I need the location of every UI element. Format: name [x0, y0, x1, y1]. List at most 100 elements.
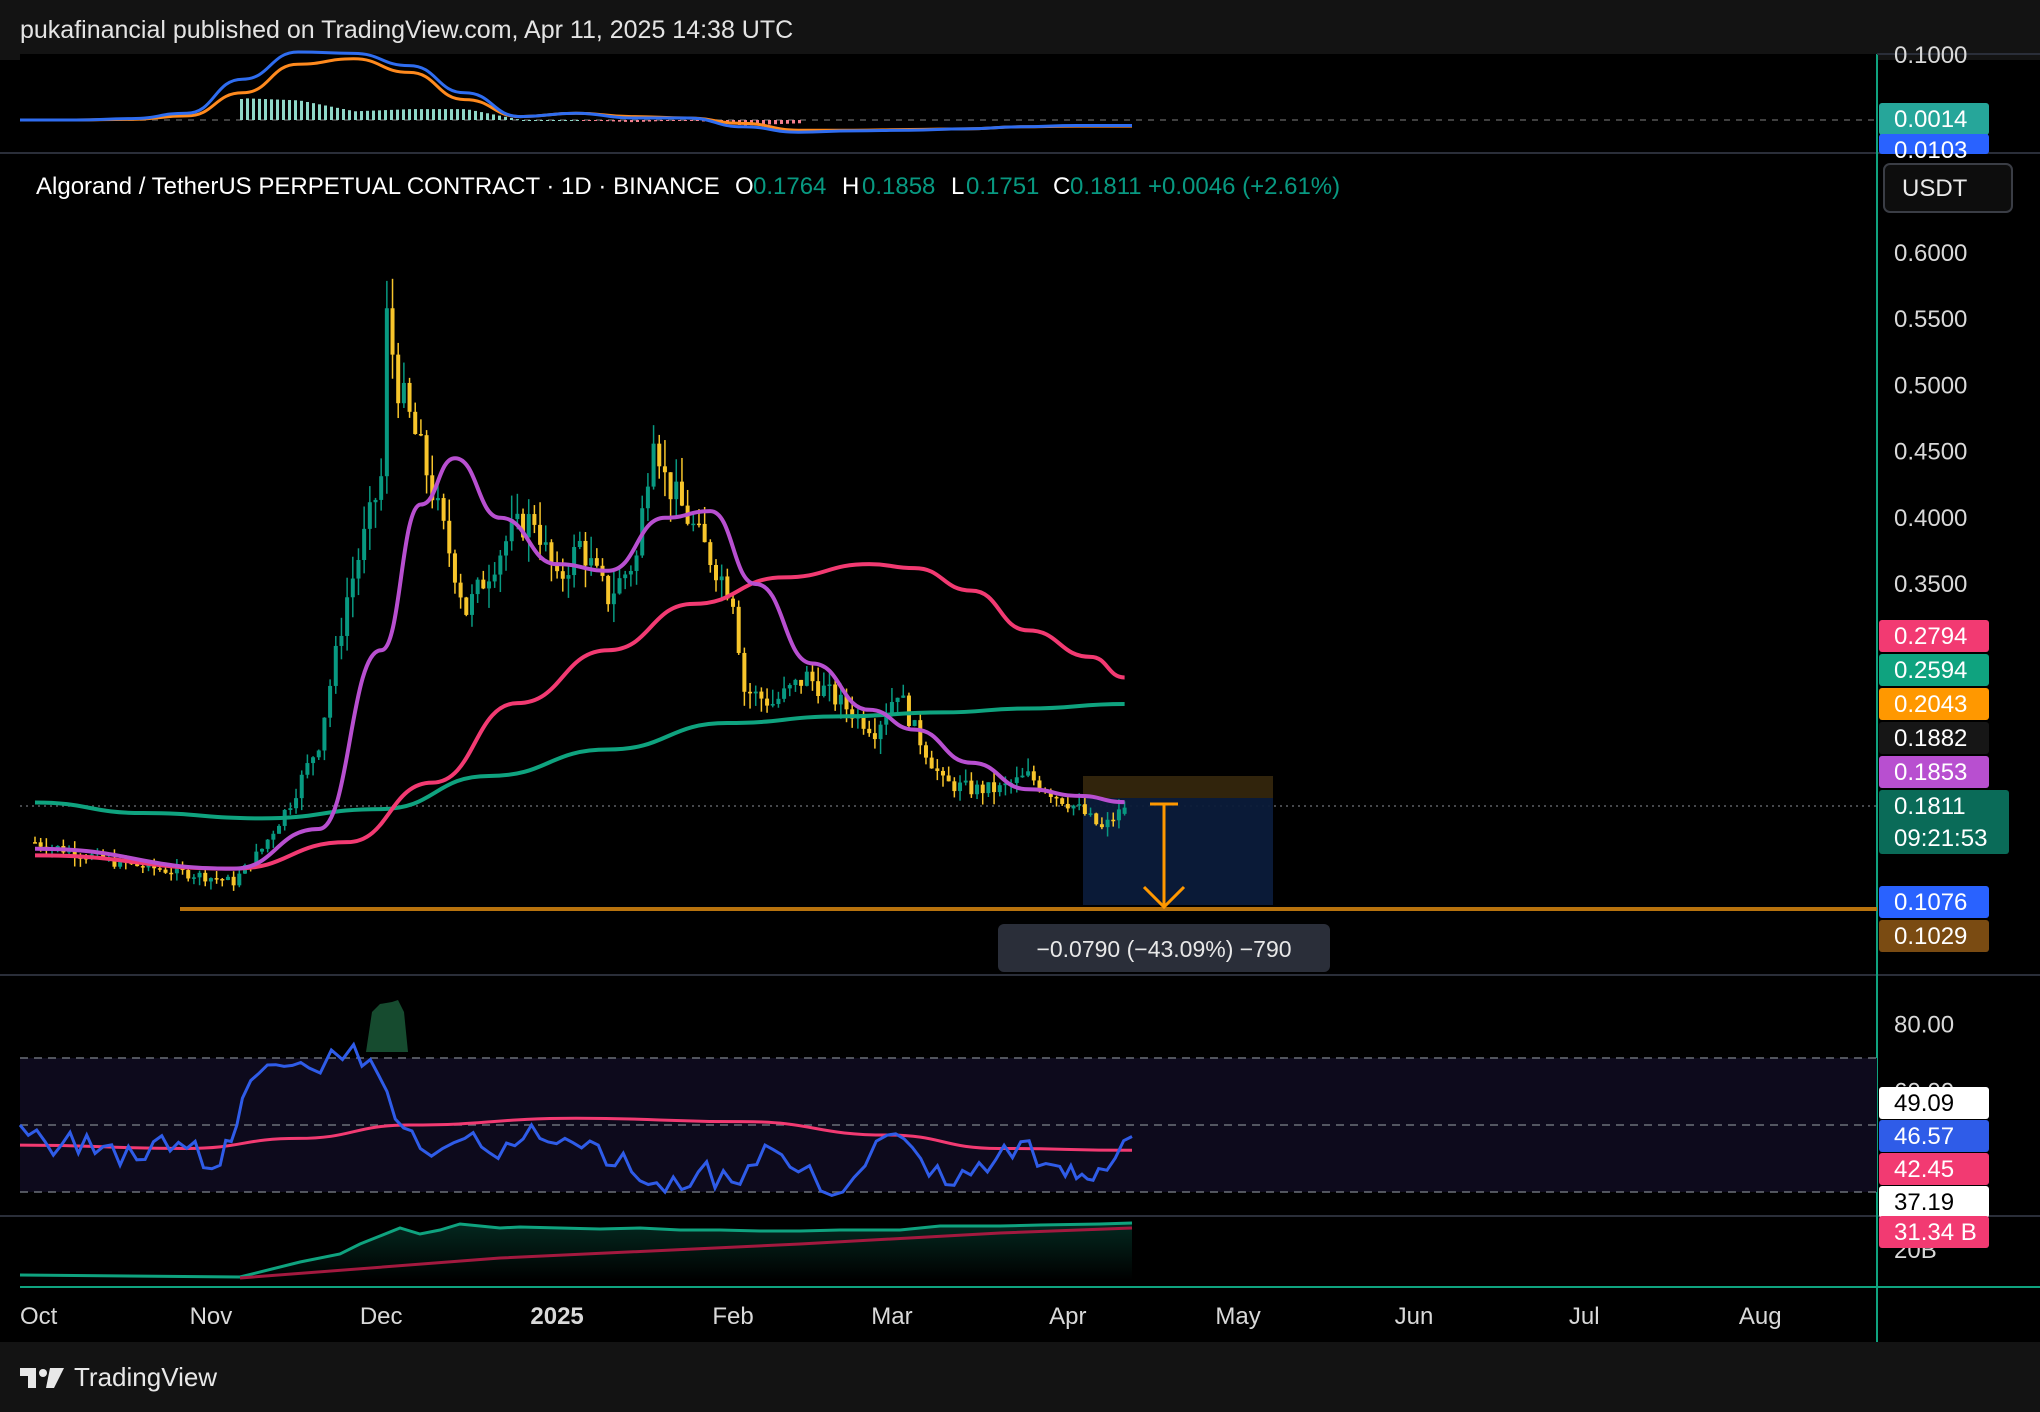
candle-body [464, 597, 469, 615]
candle-body [901, 695, 906, 698]
candle-body [776, 698, 781, 704]
candle-body [1099, 824, 1104, 828]
high-value: 0.1858 [862, 173, 935, 200]
candle-body [271, 833, 276, 840]
candle-body [225, 876, 230, 881]
price-tag-label: 0.2794 [1894, 623, 1967, 650]
macd-bar [360, 111, 363, 120]
macd-bar [354, 111, 357, 120]
macd-bar [552, 120, 555, 121]
candle-body [265, 839, 270, 849]
candle-body [867, 728, 872, 734]
price-tick: 0.5500 [1894, 306, 1967, 333]
candle-body [804, 671, 809, 686]
candle-body [1060, 798, 1065, 804]
candle-body [782, 688, 787, 699]
macd-bar [432, 109, 435, 120]
macd-bar [546, 120, 549, 121]
macd-pane[interactable] [20, 54, 1877, 154]
time-tick: Nov [190, 1303, 233, 1330]
high-label: H [842, 173, 859, 200]
candle-body [322, 717, 327, 751]
macd-bar [570, 120, 573, 121]
price-tag: 0.0014 [1879, 103, 1989, 135]
volume-area [20, 1223, 1132, 1280]
candle-body [1082, 804, 1087, 815]
candle-body [356, 559, 361, 579]
macd-bar [318, 104, 321, 120]
footer-bar [0, 1342, 2040, 1412]
candle-body [492, 574, 497, 582]
candle-body [696, 523, 701, 526]
candle-body [606, 575, 611, 605]
candle-body [821, 685, 826, 697]
candle-body [838, 694, 843, 705]
candle-body [1116, 809, 1121, 821]
candle-body [753, 691, 758, 694]
candle-body [623, 574, 628, 579]
stop-loss-zone[interactable] [1083, 776, 1273, 798]
macd-bar [624, 120, 627, 122]
tradingview-logo[interactable]: TradingView [20, 1362, 217, 1393]
candle-body [328, 685, 333, 718]
price-tick: 0.4500 [1894, 439, 1967, 466]
time-axis[interactable]: Oct Nov Dec 2025 Feb Mar Apr May Jun Jul Aug [20, 1303, 1782, 1330]
candle-body [952, 781, 957, 792]
candle-body [929, 757, 934, 769]
candle-body [316, 750, 321, 758]
candle-body [765, 698, 770, 706]
macd-bar [636, 120, 639, 123]
time-tick: Jul [1569, 1303, 1600, 1330]
price-tag-label: 37.19 [1894, 1189, 1954, 1216]
macd-bar [396, 109, 399, 120]
candle-body [810, 671, 815, 682]
candle-body [1088, 813, 1093, 815]
symbol-legend[interactable]: Algorand / TetherUS PERPETUAL CONTRACT ·… [36, 173, 1340, 200]
candle-body [435, 498, 440, 501]
macd-bar [684, 120, 687, 121]
candle-body [691, 523, 696, 526]
price-tag: 0.1029 [1879, 920, 1989, 952]
macd-bar [774, 120, 777, 125]
candle-body [481, 579, 486, 589]
macd-bar [786, 120, 789, 124]
price-tag: 0.2594 [1879, 654, 1989, 686]
candle-body [362, 528, 367, 560]
macd-bar [438, 109, 441, 120]
close-label: C [1053, 173, 1070, 200]
candle-body [163, 869, 168, 873]
macd-bar [582, 120, 585, 121]
candle-body [197, 872, 202, 878]
trading-chart[interactable]: −0.0790 (−43.09%) −790 Algorand / Tether… [0, 0, 2040, 1412]
candle-body [906, 695, 911, 726]
candle-body [424, 435, 429, 476]
time-tick: Dec [360, 1303, 403, 1330]
candle-body [986, 782, 991, 794]
candle-body [1071, 805, 1076, 809]
macd-bar [414, 109, 417, 120]
candle-body [538, 524, 543, 545]
price-tags: 0.2794 0.2594 0.2043 0.1882 0.1853 0.1811 09:2… [1879, 103, 2009, 1248]
price-axis[interactable]: 0.6000 0.5500 0.5000 0.4500 0.4000 0.3500 0.10… [1894, 42, 1967, 1264]
profit-target-zone[interactable] [1083, 798, 1273, 905]
macd-bar [516, 119, 519, 121]
ma-fast-line [34, 456, 1125, 871]
candle-body [214, 878, 219, 880]
macd-bar [402, 109, 405, 120]
candle-body [923, 745, 928, 758]
open-label: O [735, 173, 754, 200]
measure-label: −0.0790 (−43.09%) −790 [1036, 936, 1291, 962]
candle-body [277, 825, 282, 834]
macd-bar [468, 109, 471, 120]
macd-bar [588, 120, 591, 121]
candle-body [736, 606, 741, 653]
macd-bar [654, 120, 657, 122]
candle-body [589, 558, 594, 566]
candle-body [793, 679, 798, 686]
candle-body [748, 691, 753, 694]
price-tag: 0.2043 [1879, 688, 1989, 720]
macd-bar [474, 110, 477, 120]
candle-body [1077, 804, 1082, 806]
macd-bar [258, 98, 261, 120]
candle-body [657, 443, 662, 467]
